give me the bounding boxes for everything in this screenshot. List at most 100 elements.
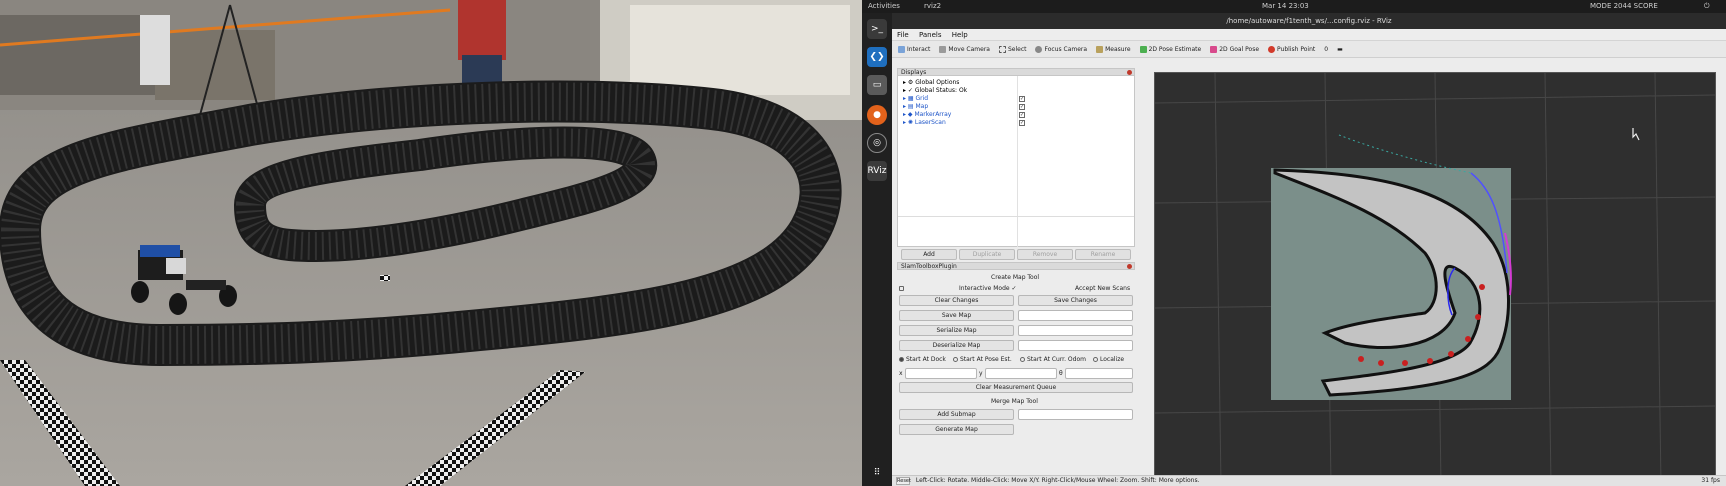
clock[interactable]: Mar 14 23:03 bbox=[1262, 0, 1309, 13]
activities-button[interactable]: Activities bbox=[868, 0, 900, 13]
y-field[interactable] bbox=[985, 368, 1057, 379]
firefox-icon[interactable]: ● bbox=[867, 105, 887, 125]
localize-radio[interactable]: Localize bbox=[1093, 356, 1124, 364]
map-checkbox[interactable]: ✓ bbox=[1019, 104, 1025, 110]
tree-label: LaserScan bbox=[914, 119, 946, 126]
system-top-bar: Activities rviz2 Mar 14 23:03 MODE 2044 … bbox=[862, 0, 1726, 13]
track-photo bbox=[0, 0, 862, 486]
add-button[interactable]: Add bbox=[901, 249, 957, 260]
dock: >_ ❮❯ ▭ ● ◎ RViz ⠿ bbox=[862, 13, 892, 486]
rviz-icon[interactable]: RViz bbox=[867, 161, 887, 181]
terminal-icon[interactable]: >_ bbox=[867, 19, 887, 39]
tool-overflow[interactable]: ▬ bbox=[1337, 46, 1343, 53]
close-icon[interactable] bbox=[1127, 264, 1132, 269]
displays-tree: ▸ ⚙ Global Options ▸ ✓ Global Status: Ok… bbox=[897, 76, 1135, 247]
start-at-dock-radio[interactable]: Start At Dock bbox=[899, 356, 946, 364]
tool-measure[interactable]: Measure bbox=[1096, 45, 1131, 53]
tree-row-global-options[interactable]: ▸ ⚙ Global Options bbox=[903, 79, 959, 87]
theta-field[interactable] bbox=[1065, 368, 1133, 379]
save-changes-button[interactable]: Save Changes bbox=[1018, 295, 1133, 306]
pose-arrow-icon bbox=[1139, 45, 1147, 53]
tool-select[interactable]: Select bbox=[998, 45, 1026, 53]
obs-icon[interactable]: ◎ bbox=[867, 133, 887, 153]
goal-arrow-icon bbox=[1210, 45, 1218, 53]
interactive-checkbox-empty[interactable] bbox=[899, 285, 906, 293]
app-menu[interactable]: rviz2 bbox=[924, 0, 941, 13]
laserscan-checkbox[interactable]: ✓ bbox=[1019, 120, 1025, 126]
mouse-cursor-icon bbox=[1632, 128, 1640, 141]
status-hint: Left-Click: Rotate. Middle-Click: Move X… bbox=[915, 477, 1200, 484]
deserialize-map-button[interactable]: Deserialize Map bbox=[899, 340, 1014, 351]
clear-queue-button[interactable]: Clear Measurement Queue bbox=[899, 382, 1133, 393]
markerarray-checkbox[interactable]: ✓ bbox=[1019, 112, 1025, 118]
tool-focus-camera[interactable]: Focus Camera bbox=[1035, 45, 1088, 53]
slam-panel: Create Map Tool Interactive Mode ✓ Accep… bbox=[897, 270, 1135, 458]
interactive-mode-label: Interactive Mode bbox=[959, 285, 1010, 292]
tree-label: Grid bbox=[915, 95, 929, 102]
tool-move-camera[interactable]: Move Camera bbox=[939, 45, 990, 53]
tool-zoom-value[interactable]: 0 bbox=[1324, 46, 1328, 53]
slam-title: SlamToolboxPlugin bbox=[901, 263, 957, 270]
slam-header: SlamToolboxPlugin bbox=[897, 262, 1135, 270]
window-titlebar: /home/autoware/f1tenth_ws/...config.rviz… bbox=[892, 13, 1726, 29]
serialize-map-field[interactable] bbox=[1018, 325, 1133, 336]
start-at-curr-odom-radio[interactable]: Start At Curr. Odom bbox=[1020, 356, 1086, 364]
grid-checkbox[interactable]: ✓ bbox=[1019, 96, 1025, 102]
tool-label: Interact bbox=[907, 45, 931, 53]
left-dock: Displays ▸ ⚙ Global Options ▸ ✓ Global S… bbox=[897, 68, 1135, 479]
start-at-pose-est-radio[interactable]: Start At Pose Est. bbox=[953, 356, 1012, 364]
tree-row-global-status[interactable]: ▸ ✓ Global Status: Ok bbox=[903, 87, 967, 95]
menu-file[interactable]: File bbox=[897, 31, 909, 39]
tree-label: Global Options bbox=[915, 79, 960, 86]
ruler-icon bbox=[1096, 45, 1104, 53]
displays-header: Displays bbox=[897, 68, 1135, 76]
status-bar: Reset Left-Click: Rotate. Middle-Click: … bbox=[892, 475, 1726, 486]
tree-row-markerarray[interactable]: ▸ ◆ MarkerArray bbox=[903, 111, 951, 119]
serialize-map-button[interactable]: Serialize Map bbox=[899, 325, 1014, 336]
deserialize-map-field[interactable] bbox=[1018, 340, 1133, 351]
submap-field[interactable] bbox=[1018, 409, 1133, 420]
fps-readout: 31 fps bbox=[1701, 477, 1720, 484]
tool-bar: Interact Move Camera Select Focus Camera… bbox=[892, 41, 1726, 58]
remove-button[interactable]: Remove bbox=[1017, 249, 1073, 260]
tool-2d-pose-estimate[interactable]: 2D Pose Estimate bbox=[1139, 45, 1201, 53]
close-icon[interactable] bbox=[1127, 70, 1132, 75]
tool-label: Focus Camera bbox=[1044, 45, 1088, 53]
vscode-icon[interactable]: ❮❯ bbox=[867, 47, 887, 67]
render-viewport[interactable] bbox=[1154, 72, 1716, 484]
reset-button[interactable]: Reset bbox=[896, 476, 911, 485]
radio-label: Localize bbox=[1100, 356, 1125, 363]
power-icon[interactable]: ⏻ bbox=[1704, 0, 1710, 13]
publish-point-icon bbox=[1268, 45, 1276, 53]
tool-publish-point[interactable]: Publish Point bbox=[1268, 45, 1316, 53]
tree-row-grid[interactable]: ▸ ▦ Grid bbox=[903, 95, 928, 103]
occupancy-map bbox=[1271, 134, 1512, 400]
tool-label: Publish Point bbox=[1277, 45, 1316, 53]
clear-changes-button[interactable]: Clear Changes bbox=[899, 295, 1014, 306]
tree-row-map[interactable]: ▸ ▤ Map bbox=[903, 103, 928, 111]
tool-interact[interactable]: Interact bbox=[898, 45, 931, 53]
create-map-tool-label: Create Map Tool bbox=[991, 274, 1040, 281]
displays-title: Displays bbox=[901, 69, 927, 76]
files-icon[interactable]: ▭ bbox=[867, 75, 887, 95]
interactive-mode-toggle[interactable]: Interactive Mode ✓ bbox=[959, 285, 1017, 293]
accept-new-scans-label[interactable]: Accept New Scans bbox=[1075, 285, 1130, 293]
rename-button[interactable]: Rename bbox=[1075, 249, 1131, 260]
rviz-window: /home/autoware/f1tenth_ws/...config.rviz… bbox=[892, 13, 1726, 486]
tree-label: Map bbox=[915, 103, 929, 110]
tree-row-laserscan[interactable]: ▸ ✺ LaserScan bbox=[903, 119, 946, 127]
select-icon bbox=[998, 45, 1006, 53]
x-field[interactable] bbox=[905, 368, 977, 379]
save-map-field[interactable] bbox=[1018, 310, 1133, 321]
duplicate-button[interactable]: Duplicate bbox=[959, 249, 1015, 260]
menu-help[interactable]: Help bbox=[952, 31, 968, 39]
save-map-button[interactable]: Save Map bbox=[899, 310, 1014, 321]
add-submap-button[interactable]: Add Submap bbox=[899, 409, 1014, 420]
cursor-icon bbox=[898, 45, 905, 53]
menu-panels[interactable]: Panels bbox=[919, 31, 942, 39]
displays-buttons: Add Duplicate Remove Rename bbox=[897, 247, 1135, 262]
app-grid-icon[interactable]: ⠿ bbox=[867, 463, 887, 483]
generate-map-button[interactable]: Generate Map bbox=[899, 424, 1014, 435]
tool-2d-goal-pose[interactable]: 2D Goal Pose bbox=[1210, 45, 1259, 53]
composite-frame: Activities rviz2 Mar 14 23:03 MODE 2044 … bbox=[0, 0, 1726, 486]
